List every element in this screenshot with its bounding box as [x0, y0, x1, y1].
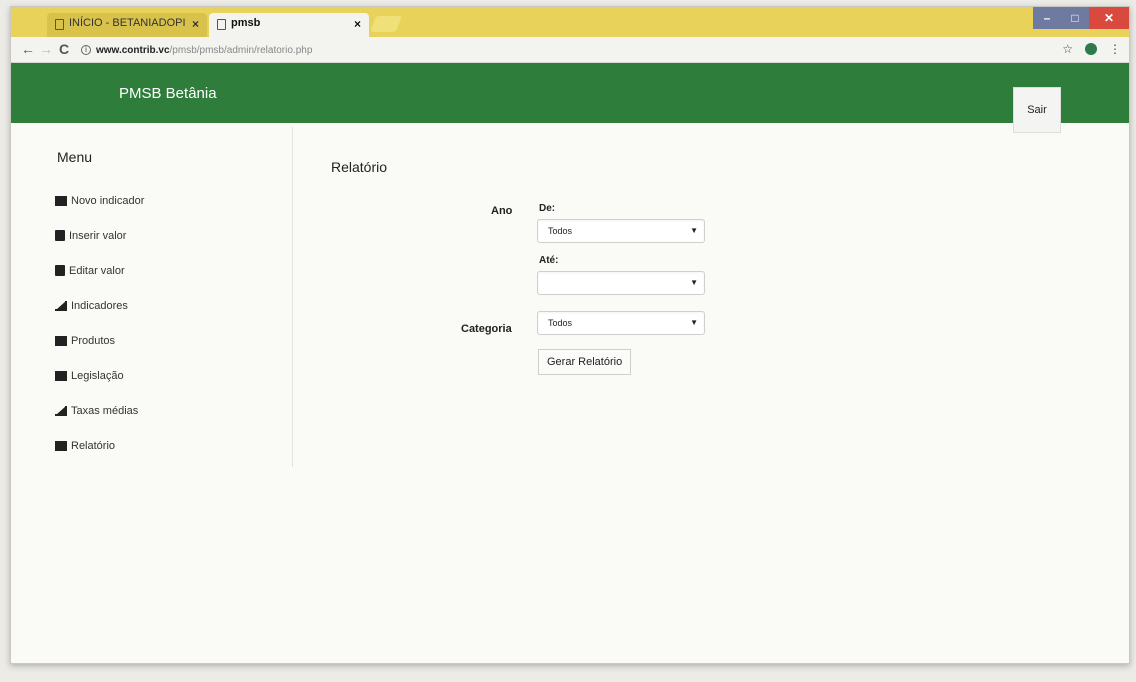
caret-down-icon: ▼	[690, 278, 698, 287]
de-label: De:	[539, 203, 556, 214]
address-bar[interactable]: i www.contrib.vc /pmsb/pmsb/admin/relato…	[81, 41, 312, 59]
menu-list: Novo indicador Inserir valor Editar valo…	[55, 183, 144, 463]
url-domain: www.contrib.vc	[96, 44, 170, 56]
categoria-label: Categoria	[461, 323, 512, 335]
tab-label: INÍCIO - BETANIADOPI	[69, 17, 186, 29]
menu-dots-icon[interactable]: ⋮	[1109, 42, 1121, 56]
sidebar-item-label: Produtos	[71, 334, 116, 347]
sidebar-item-label: Editar valor	[69, 264, 125, 277]
sidebar-item-label: Novo indicador	[71, 194, 145, 207]
close-window-button[interactable]: ✕	[1089, 7, 1129, 29]
sidebar-item-editar-valor[interactable]: Editar valor	[55, 253, 144, 288]
sidebar: Menu Novo indicador Inserir valor Editar…	[31, 127, 293, 467]
maximize-button[interactable]: □	[1061, 7, 1089, 29]
main-content: Relatório Ano De: Todos ▼ Até: ▼ Categor…	[311, 127, 1111, 627]
info-icon[interactable]: i	[81, 45, 91, 55]
sidebar-item-label: Legislação	[71, 369, 124, 382]
ate-select[interactable]: ▼	[537, 271, 705, 295]
caret-down-icon: ▼	[690, 318, 698, 327]
book-icon	[55, 335, 67, 346]
brand-title[interactable]: PMSB Betânia	[119, 85, 217, 102]
gerar-relatorio-button[interactable]: Gerar Relatório	[538, 349, 632, 375]
caret-down-icon: ▼	[690, 226, 698, 235]
sidebar-item-relatorio[interactable]: Relatório	[55, 428, 144, 463]
tab-pmsb[interactable]: pmsb ×	[209, 13, 369, 37]
ano-label: Ano	[491, 205, 513, 217]
categoria-select[interactable]: Todos ▼	[537, 311, 705, 335]
document-icon	[55, 230, 65, 241]
de-select[interactable]: Todos ▼	[537, 219, 705, 243]
close-icon[interactable]: ×	[354, 17, 361, 31]
sidebar-item-legislacao[interactable]: Legislação	[55, 358, 144, 393]
sidebar-item-novo-indicador[interactable]: Novo indicador	[55, 183, 144, 218]
star-icon[interactable]: ☆	[1062, 42, 1073, 56]
de-select-value: Todos	[548, 226, 573, 236]
extension-icon[interactable]	[1085, 43, 1097, 55]
browser-window: INÍCIO - BETANIADOPI × pmsb × – □ ✕ ← → …	[10, 6, 1130, 664]
new-tab-button[interactable]	[370, 16, 402, 32]
tab-inicio[interactable]: INÍCIO - BETANIADOPI ×	[47, 13, 207, 37]
list-icon	[55, 370, 67, 381]
chart-icon	[55, 300, 67, 311]
sidebar-item-label: Indicadores	[71, 299, 128, 312]
page-icon	[55, 19, 64, 30]
document-edit-icon	[55, 265, 65, 276]
sidebar-item-indicadores[interactable]: Indicadores	[55, 288, 144, 323]
sidebar-item-label: Taxas médias	[71, 404, 139, 417]
window-controls: – □ ✕	[1033, 7, 1129, 31]
tab-label: pmsb	[231, 17, 261, 29]
reload-icon[interactable]: C	[59, 41, 69, 57]
page-title: Relatório	[331, 159, 388, 175]
forward-arrow-icon[interactable]: →	[39, 41, 53, 57]
sidebar-item-label: Relatório	[71, 439, 116, 452]
minimize-button[interactable]: –	[1033, 7, 1061, 29]
tab-strip: INÍCIO - BETANIADOPI × pmsb × – □ ✕	[11, 7, 1129, 37]
chart-icon	[55, 405, 67, 416]
ate-label: Até:	[539, 255, 559, 266]
sidebar-item-inserir-valor[interactable]: Inserir valor	[55, 218, 144, 253]
page-icon	[217, 19, 226, 30]
close-icon[interactable]: ×	[192, 17, 199, 31]
url-path: /pmsb/pmsb/admin/relatorio.php	[169, 44, 313, 56]
sidebar-item-label: Inserir valor	[69, 229, 127, 242]
categoria-select-value: Todos	[548, 318, 573, 328]
address-toolbar: ← → C i www.contrib.vc /pmsb/pmsb/admin/…	[11, 37, 1129, 63]
sidebar-item-produtos[interactable]: Produtos	[55, 323, 144, 358]
book-icon	[55, 440, 67, 451]
list-icon	[55, 195, 67, 206]
app-header: PMSB Betânia Sair	[11, 63, 1129, 133]
toolbar-actions: ☆ ⋮	[1062, 42, 1121, 56]
sidebar-item-taxas-medias[interactable]: Taxas médias	[55, 393, 144, 428]
menu-title: Menu	[57, 149, 93, 165]
back-arrow-icon[interactable]: ←	[21, 41, 35, 57]
